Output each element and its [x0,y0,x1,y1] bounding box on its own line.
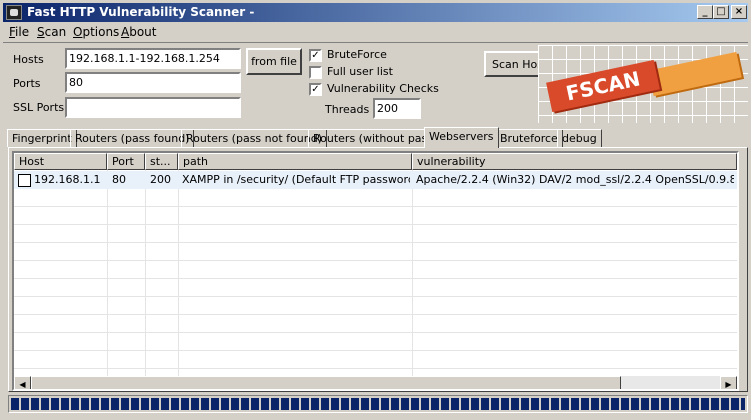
table-row[interactable]: 192.168.1.1 80 200 XAMPP in /security/ (… [14,171,737,189]
grid-line [14,224,737,225]
scroll-right-icon[interactable]: ▶ [720,376,737,389]
ports-input[interactable] [65,72,241,93]
logo-orange-stripe [648,51,742,97]
logo-text: FSCAN [546,59,660,113]
close-icon[interactable]: × [731,5,747,19]
menu-options[interactable]: Options [73,25,119,39]
grid-line [178,170,179,378]
ports-label: Ports [13,77,41,90]
grid-line [412,170,413,378]
grid-line [107,170,108,378]
grid-line [14,332,737,333]
row-checkbox[interactable] [18,174,31,187]
grid-line [145,170,146,378]
horizontal-scrollbar[interactable]: ◀ ▶ [14,376,737,389]
threads-input[interactable] [373,98,421,119]
hosts-label: Hosts [13,53,44,66]
menu-file[interactable]: File [9,25,29,39]
menu-about[interactable]: About [121,25,157,39]
cell-path: XAMPP in /security/ (Default FTP passwor… [182,173,410,186]
tab-routers-without-pass[interactable]: Routers (without pass) [308,129,443,147]
cell-status: 200 [150,173,171,186]
scroll-thumb[interactable] [31,376,621,389]
grid-line [14,368,737,369]
scan-progress-bar [8,395,748,413]
menu-bar: File Scan Options About [3,23,748,41]
column-header-path[interactable]: path [178,153,412,170]
result-tabs: Fingerprint Routers (pass found) Routers… [3,127,748,148]
column-header-host[interactable]: Host [14,153,107,170]
menu-scan[interactable]: Scan [37,25,66,39]
maximize-icon[interactable]: □ [713,5,729,19]
column-header-port[interactable]: Port [107,153,145,170]
tab-routers-pass-not-found[interactable]: Routers (pass not found) [181,129,327,147]
tab-fingerprint[interactable]: Fingerprint [7,129,77,147]
vulnerability-checks-checkbox[interactable]: ✓ [309,83,322,96]
grid-line [14,296,737,297]
grid-line [14,350,737,351]
tab-bruteforce[interactable]: Bruteforce [495,129,563,147]
cell-host: 192.168.1.1 [34,173,101,186]
ssl-ports-label: SSL Ports [13,101,65,114]
vulnerability-checks-label: Vulnerability Checks [327,82,439,95]
threads-label: Threads [325,103,370,116]
scroll-left-icon[interactable]: ◀ [14,376,31,389]
column-header-status[interactable]: st... [145,153,178,170]
window-title: Fast HTTP Vulnerability Scanner - [27,5,255,19]
minimize-icon[interactable]: _ [697,5,713,19]
tab-webservers[interactable]: Webservers [424,127,499,148]
hosts-input[interactable] [65,48,241,69]
ssl-ports-input[interactable] [65,97,241,118]
scan-options-panel: Hosts Ports SSL Ports from file ✓ BruteF… [3,42,748,124]
cell-vulnerability: Apache/2.2.4 (Win32) DAV/2 mod_ssl/2.2.4… [416,173,734,186]
title-bar[interactable]: Fast HTTP Vulnerability Scanner - _ □ × [3,3,748,22]
grid-line [14,206,737,207]
grid-line [14,314,737,315]
tab-debug[interactable]: debug [557,129,602,147]
full-user-list-checkbox[interactable] [309,66,322,79]
grid-line [14,278,737,279]
progress-fill [11,398,745,410]
fscan-logo: FSCAN [538,45,748,123]
tab-routers-pass-found[interactable]: Routers (pass found) [70,129,195,147]
bruteforce-label: BruteForce [327,48,387,61]
from-file-button[interactable]: from file [246,48,302,75]
bruteforce-checkbox[interactable]: ✓ [309,49,322,62]
cell-port: 80 [112,173,126,186]
full-user-list-label: Full user list [327,65,393,78]
main-window: Fast HTTP Vulnerability Scanner - _ □ × … [0,0,751,420]
grid-line [14,242,737,243]
grid-line [14,260,737,261]
app-icon[interactable] [6,5,22,20]
column-header-vulnerability[interactable]: vulnerability [412,153,737,170]
webservers-list[interactable]: Host Port st... path vulnerability 192.1… [12,151,739,391]
